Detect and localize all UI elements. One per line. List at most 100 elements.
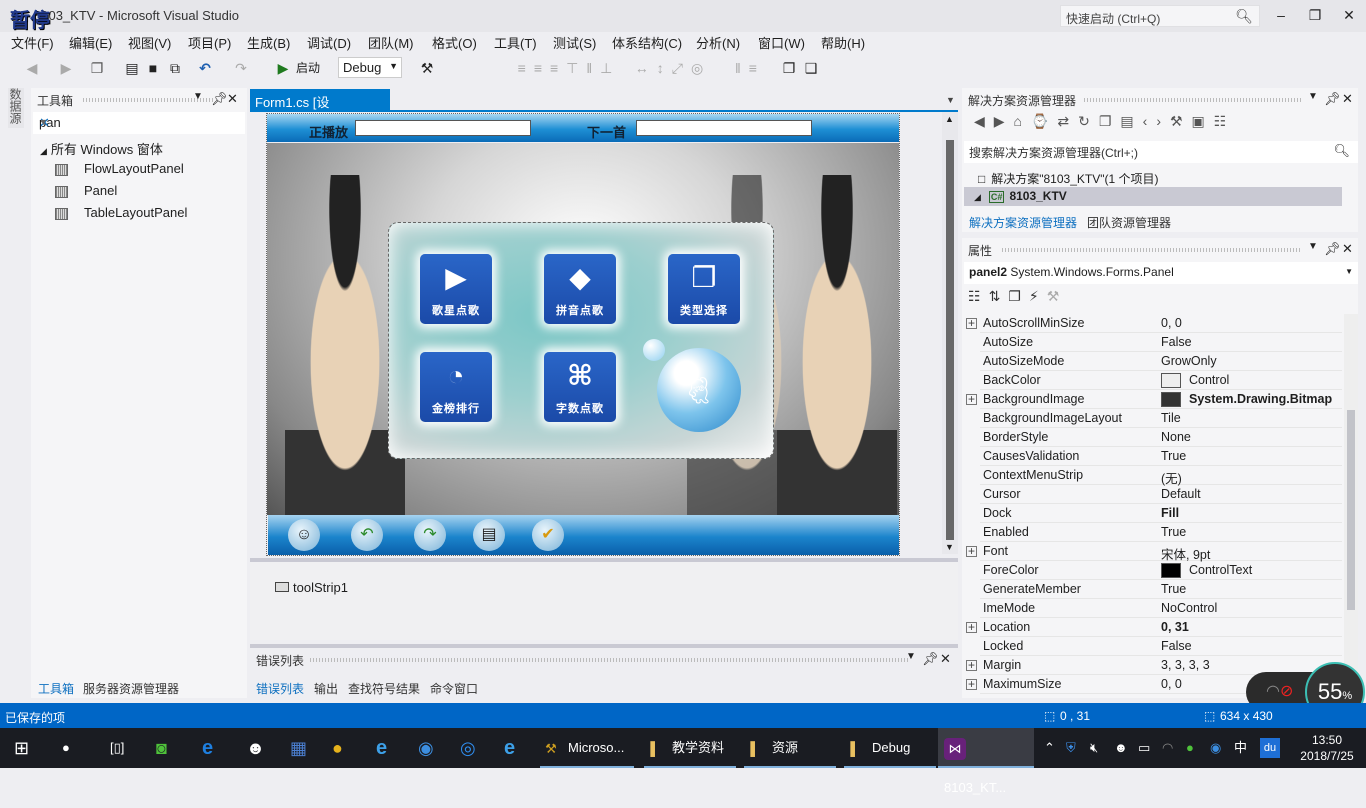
doc-dropdown-icon[interactable]: ▼ — [946, 95, 955, 105]
top-chart-button[interactable]: ◔ 金榜排行 — [420, 352, 492, 422]
property-row[interactable]: Locked False — [980, 637, 1342, 656]
property-row[interactable]: AutoSize False — [980, 333, 1342, 352]
ie-icon[interactable]: e — [376, 728, 398, 768]
taskbar-app-resources[interactable]: ▌ 资源 — [744, 728, 836, 768]
toolbox-item-flowlayoutpanel[interactable]: FlowLayoutPanel — [55, 161, 184, 176]
word-count-search-button[interactable]: ⌘ 字数点歌 — [544, 352, 616, 422]
property-value[interactable]: System.Drawing.Bitmap — [1161, 392, 1332, 408]
property-row[interactable]: ImeMode NoControl — [980, 599, 1342, 618]
property-value[interactable]: Fill — [1161, 506, 1179, 520]
property-value[interactable]: True — [1161, 525, 1186, 539]
menu-format[interactable]: 格式(O) — [432, 33, 477, 52]
clock[interactable]: 13:50 2018/7/25 — [1292, 728, 1362, 768]
property-value[interactable]: Control — [1161, 373, 1229, 389]
property-row[interactable]: AutoScrollMinSize 0, 0 — [980, 314, 1342, 333]
menu-view[interactable]: 视图(V) — [128, 33, 171, 52]
data-sources-tab[interactable]: 数据源 — [8, 88, 24, 128]
config-dropdown[interactable]: Debug ▼ — [338, 57, 402, 78]
tab-output[interactable]: 输出 — [314, 680, 338, 697]
close-icon[interactable]: ✕ — [1342, 91, 1353, 107]
spacing-tools[interactable]: ‖≡ — [730, 58, 770, 78]
menu-project[interactable]: 项目(P) — [188, 33, 231, 52]
dingtalk-icon[interactable]: ◉ — [418, 728, 440, 768]
save-icon[interactable]: ■ — [145, 58, 161, 78]
cortana-icon[interactable]: ● — [62, 728, 84, 768]
restore-button[interactable]: ❐ — [1298, 4, 1332, 26]
dropdown-icon[interactable]: ▼ — [193, 91, 203, 102]
property-row[interactable]: ForeColor ControlText — [980, 561, 1342, 580]
start-button[interactable]: 启动 — [294, 58, 322, 78]
tab-error-list[interactable]: 错误列表 — [256, 680, 304, 697]
undo-icon[interactable]: ↶ — [196, 58, 214, 78]
wifi-icon[interactable]: ◠ — [1162, 728, 1180, 768]
menu-window[interactable]: 窗口(W) — [758, 33, 805, 52]
show-hidden-icons[interactable]: ⌃ — [1044, 728, 1058, 768]
alphabetical-icon[interactable]: ⇅ — [989, 288, 1009, 304]
menu-edit[interactable]: 编辑(E) — [69, 33, 112, 52]
properties-scroll-thumb[interactable] — [1347, 410, 1355, 610]
taskbar-app-teaching[interactable]: ▌ 教学资料 — [644, 728, 736, 768]
forward-arrow-icon[interactable]: ↷ — [414, 519, 446, 551]
property-value[interactable]: GrowOnly — [1161, 354, 1217, 368]
drag-handle[interactable] — [1084, 98, 1302, 102]
property-value[interactable]: Default — [1161, 487, 1201, 501]
dropdown-icon[interactable]: ▼ — [1308, 91, 1318, 102]
baidu-input-icon[interactable]: du — [1260, 738, 1280, 758]
solution-node[interactable]: □ 解决方案"8103_KTV"(1 个项目) — [964, 168, 1342, 187]
task-view-icon[interactable]: [▯] — [110, 728, 132, 768]
solution-search-input[interactable]: 搜索解决方案资源管理器(Ctrl+;) 🔍︎ — [964, 141, 1358, 163]
property-value[interactable]: ControlText — [1161, 563, 1252, 579]
wechat-icon[interactable]: ◙ — [156, 728, 182, 768]
next-song-textbox[interactable] — [636, 120, 812, 136]
category-select-button[interactable]: ❐ 类型选择 — [668, 254, 740, 324]
taskbar-app-visual-studio[interactable]: ⋈ 8103_KT... — [938, 728, 1034, 795]
menu-file[interactable]: 文件(F) — [11, 33, 54, 52]
confirm-mouse-icon[interactable]: ✔ — [532, 519, 564, 551]
property-value[interactable]: True — [1161, 582, 1186, 596]
tab-form1-designer[interactable]: Form1.cs [设计]⊣✕ — [250, 89, 390, 129]
toolbox-item-tablelayoutpanel[interactable]: TableLayoutPanel — [55, 205, 187, 220]
new-project-icon[interactable]: ❐ — [88, 58, 106, 78]
property-value[interactable]: NoControl — [1161, 601, 1217, 615]
property-row[interactable]: GenerateMember True — [980, 580, 1342, 599]
close-button[interactable]: ✕ — [1332, 4, 1366, 26]
cloud-app-icon[interactable]: ◎ — [460, 728, 482, 768]
drag-handle[interactable] — [1002, 248, 1302, 252]
toolbox-search-input[interactable]: pan ✕ ▼ — [33, 112, 245, 134]
tab-find-symbol-results[interactable]: 查找符号结果 — [348, 680, 420, 697]
expand-icon[interactable]: + — [966, 317, 977, 329]
start-icon[interactable]: ▶ — [276, 58, 290, 78]
property-row[interactable]: BackgroundImageLayout Tile — [980, 409, 1342, 428]
tab-toolbox[interactable]: 工具箱 — [38, 680, 74, 697]
dingtalk-tray-icon[interactable]: ◉ — [1210, 728, 1228, 768]
property-row[interactable]: BorderStyle None — [980, 428, 1342, 447]
chevron-down-icon[interactable]: ▼ — [39, 117, 241, 127]
scroll-up-icon[interactable]: ▲ — [945, 114, 954, 124]
minimize-button[interactable]: – — [1264, 4, 1298, 26]
expand-icon[interactable]: + — [966, 393, 977, 405]
playlist-icon[interactable]: ▤ — [473, 519, 505, 551]
edge-icon[interactable]: e — [202, 728, 224, 768]
property-value[interactable]: False — [1161, 335, 1192, 349]
pin-icon[interactable]: 📌︎ — [211, 91, 228, 107]
property-row[interactable]: BackgroundImage System.Drawing.Bitmap — [980, 390, 1342, 409]
size-tools[interactable]: ↔↕⤢◎ — [628, 58, 718, 78]
pinyin-search-button[interactable]: ◆ 拼音点歌 — [544, 254, 616, 324]
close-icon[interactable]: ✕ — [1342, 241, 1353, 257]
property-row[interactable]: CausesValidation True — [980, 447, 1342, 466]
property-row[interactable]: Enabled True — [980, 523, 1342, 542]
drag-handle[interactable] — [310, 658, 910, 662]
expand-icon[interactable]: + — [966, 678, 977, 690]
security-shield-icon[interactable]: ⛨ — [1066, 728, 1082, 768]
dropdown-icon[interactable]: ▼ — [906, 651, 916, 662]
back-icon[interactable]: ◀ — [24, 58, 40, 78]
menu-build[interactable]: 生成(B) — [247, 33, 290, 52]
service-icon[interactable]: ☺ — [288, 519, 320, 551]
battery-icon[interactable]: ▭ — [1138, 728, 1156, 768]
property-value[interactable]: 0, 0 — [1161, 316, 1182, 330]
menu-help[interactable]: 帮助(H) — [821, 33, 865, 52]
bottom-toolstrip[interactable]: ☺ ↶ ↷ ▤ ✔ — [268, 515, 899, 555]
close-icon[interactable]: ✕ — [227, 91, 238, 107]
menu-test[interactable]: 测试(S) — [553, 33, 596, 52]
align-tools[interactable]: ≡≡≡⊤‖⊥ — [494, 58, 644, 78]
